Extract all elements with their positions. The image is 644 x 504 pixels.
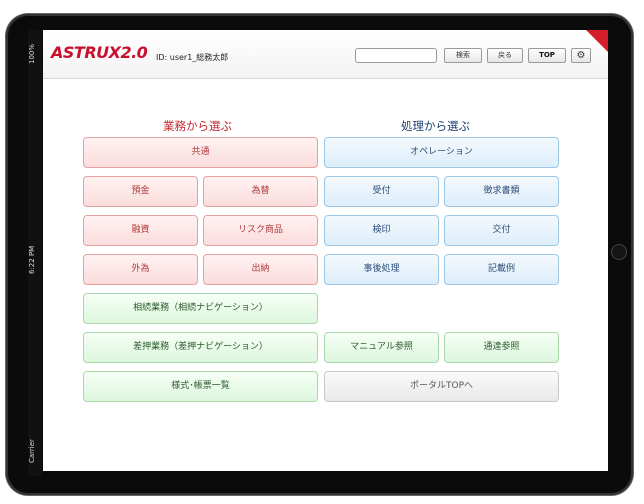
seizure-button[interactable]: 差押業務（差押ナビゲーション） [83,332,318,363]
inheritance-button[interactable]: 相続業務（相続ナビゲーション） [83,293,318,324]
status-bar: 100% 6:22 PM Carrier [28,30,42,476]
search-input[interactable] [355,48,437,63]
notices-button[interactable]: 通達参照 [444,332,559,363]
carrier-label: Carrier [28,439,36,463]
battery-indicator: 100% [28,44,36,65]
foreign-exchange-button[interactable]: 外為 [83,254,198,285]
reception-button[interactable]: 受付 [324,176,439,207]
deposit-button[interactable]: 預金 [83,176,198,207]
loan-button[interactable]: 融資 [83,215,198,246]
operation-button[interactable]: オペレーション [324,137,559,168]
app-screen: ASTRUX2.0 ID: user1_総務太郎 検索 戻る TOP ⚙ 業務か… [43,30,608,471]
user-id-label: ID: user1_総務太郎 [156,53,229,62]
verification-button[interactable]: 検印 [324,215,439,246]
left-section-heading: 業務から選ぶ [163,119,232,133]
examples-button[interactable]: 記載例 [444,254,559,285]
home-button[interactable] [611,244,627,260]
post-processing-button[interactable]: 事後処理 [324,254,439,285]
exchange-button[interactable]: 為替 [203,176,318,207]
manual-button[interactable]: マニュアル参照 [324,332,439,363]
header-accent [586,30,608,52]
cashier-button[interactable]: 出納 [203,254,318,285]
back-button[interactable]: 戻る [487,48,523,63]
top-button[interactable]: TOP [528,48,566,63]
forms-button[interactable]: 様式･帳票一覧 [83,371,318,402]
astrux-logo: ASTRUX2.0 [51,43,148,62]
app-header: ASTRUX2.0 ID: user1_総務太郎 検索 戻る TOP ⚙ [43,30,608,79]
delivery-button[interactable]: 交付 [444,215,559,246]
documents-button[interactable]: 徴求書類 [444,176,559,207]
risk-products-button[interactable]: リスク商品 [203,215,318,246]
gear-icon: ⚙ [576,50,586,61]
clock: 6:22 PM [28,245,36,275]
search-button[interactable]: 検索 [444,48,482,63]
right-section-heading: 処理から選ぶ [401,119,470,133]
portal-top-button[interactable]: ポータルTOPへ [324,371,559,402]
common-button[interactable]: 共通 [83,137,318,168]
